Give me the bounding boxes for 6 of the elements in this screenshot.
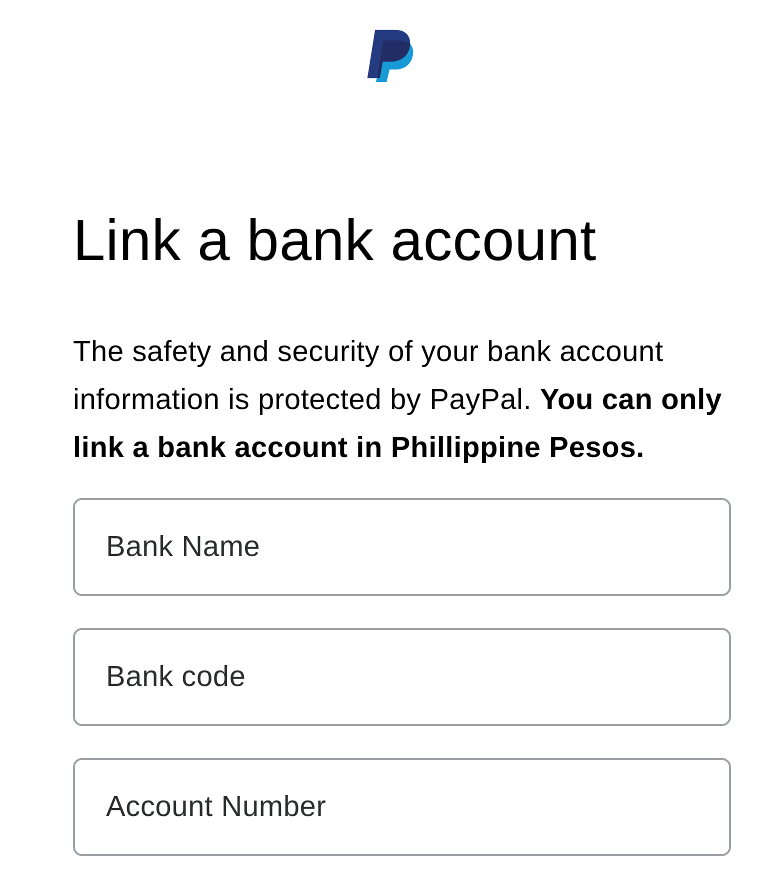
logo-icon (366, 28, 414, 82)
description-text: The safety and security of your bank account information is protected by PayPal. You can only link a bank account in Phillippine Pesos. (73, 335, 723, 466)
page-heading: Link a bank account (73, 208, 597, 274)
text-input-field[interactable]: Bank Name (73, 498, 731, 596)
text-input-field[interactable]: Bank code (73, 628, 731, 726)
text-input-field[interactable]: Account Number (73, 758, 731, 856)
